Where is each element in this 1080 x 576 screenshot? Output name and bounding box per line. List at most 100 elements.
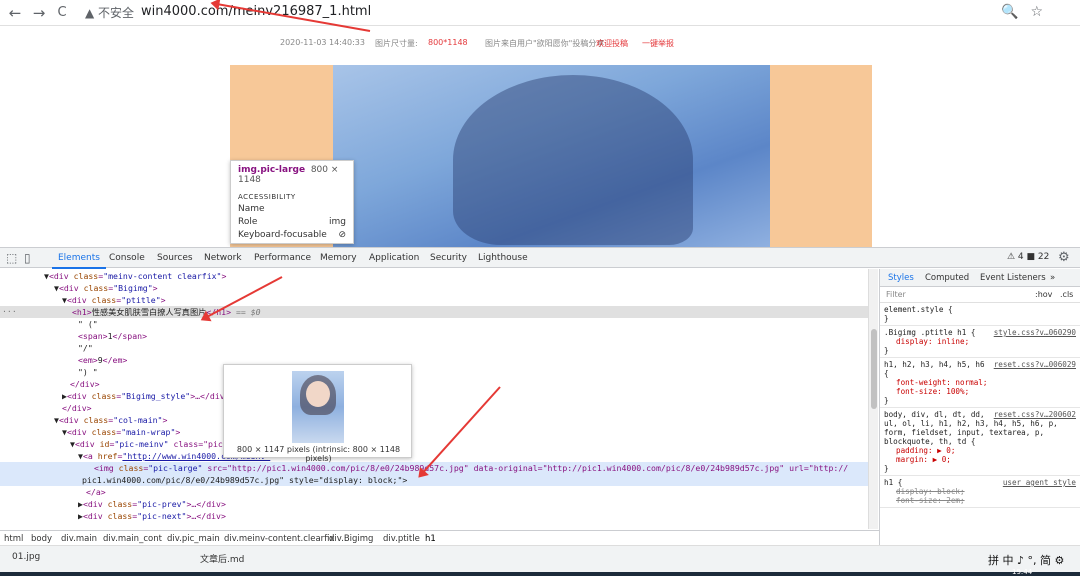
style-rules: element.style {} style.css?v…060290 .Bigim…: [880, 303, 1080, 508]
share-text: 图片来自用户"欲阳愿你"投稿分享: [485, 39, 605, 48]
dom-scrollbar[interactable]: [868, 269, 878, 529]
breadcrumb-item[interactable]: html: [4, 534, 23, 544]
rule-end: }: [884, 396, 889, 405]
dom-node-line[interactable]: ▼<div class="main-wrap">: [0, 426, 868, 438]
dom-scroll-thumb[interactable]: [871, 329, 877, 409]
more-tabs-icon[interactable]: »: [1050, 273, 1055, 283]
tab-console[interactable]: Console: [109, 253, 145, 263]
style-rule[interactable]: reset.css?v…006029 h1, h2, h3, h4, h5, h6…: [880, 358, 1080, 408]
tab-performance[interactable]: Performance: [254, 253, 311, 263]
not-secure-label[interactable]: ▲ 不安全: [85, 4, 134, 21]
issues-counter[interactable]: ⚠ 4 ■ 22: [1007, 252, 1049, 262]
rule-property[interactable]: font-size: 2em;: [884, 496, 1076, 505]
rule-property[interactable]: font-size: 100%;: [884, 387, 1076, 396]
dom-node-line[interactable]: <img class="pic-large" src="http://pic1.…: [0, 462, 868, 474]
tab-computed[interactable]: Computed: [925, 273, 969, 283]
tab-event-listeners[interactable]: Event Listeners: [980, 273, 1046, 283]
breadcrumb-item[interactable]: div.main: [61, 534, 97, 544]
dom-node-line[interactable]: ") ": [0, 366, 868, 378]
settings-gear-icon[interactable]: ⚙: [1058, 250, 1070, 265]
dom-node-line[interactable]: ▶<div class="pic-prev">…</div>: [0, 498, 868, 510]
dom-node-line[interactable]: <span>1</span>: [0, 330, 868, 342]
rule-source-link[interactable]: style.css?v…060290: [994, 328, 1076, 337]
back-icon[interactable]: ←: [6, 4, 24, 22]
dom-node-line[interactable]: ▼<div class="Bigimg">: [0, 282, 868, 294]
dom-tag-close: >…</div>: [186, 499, 226, 509]
dom-tag-open: <a: [82, 451, 98, 461]
tooltip-name-row: Name: [238, 204, 346, 214]
devtools-panel: ⬚ ▯ Elements Console Sources Network Per…: [0, 247, 1080, 546]
ime-status[interactable]: 拼 中 ♪ °, 简 ⚙: [988, 552, 1064, 568]
zoom-icon[interactable]: 🔍: [1001, 4, 1030, 20]
dom-attr-name: class: [91, 295, 117, 305]
dom-node-line[interactable]: </a>: [0, 486, 868, 498]
style-rule[interactable]: element.style {}: [880, 303, 1080, 326]
cls-toggle[interactable]: .cls: [1060, 290, 1073, 299]
tab-lighthouse[interactable]: Lighthouse: [478, 253, 528, 263]
dom-node-line[interactable]: pic1.win4000.com/pic/8/e0/24b989d57c.jpg…: [0, 474, 868, 486]
rule-property[interactable]: margin: ▶ 0;: [884, 455, 1076, 464]
device-toolbar-icon[interactable]: ▯: [24, 251, 31, 265]
dom-node-line[interactable]: ▼<div class="ptitle">: [0, 294, 868, 306]
breadcrumb-item[interactable]: div.main_cont: [103, 534, 162, 544]
rule-source-link[interactable]: reset.css?v…200602: [994, 410, 1076, 419]
report-link[interactable]: 一键举报: [642, 38, 674, 49]
breadcrumb-item[interactable]: div.meinv-content.clearfix: [224, 534, 335, 544]
dom-node-line[interactable]: ▼<div id="pic-meinv" class="pic: [0, 438, 868, 450]
tab-network[interactable]: Network: [204, 253, 242, 263]
dom-node-line[interactable]: <h1>性感美女肌肤雪白撩人写真图片</h1> == $0: [0, 306, 868, 318]
rule-property[interactable]: padding: ▶ 0;: [884, 446, 1076, 455]
breadcrumb-item[interactable]: h1: [425, 534, 436, 544]
large-photo[interactable]: [333, 65, 770, 247]
rule-source-link[interactable]: reset.css?v…006029: [994, 360, 1076, 369]
dom-node-line[interactable]: ▶<div class="pic-next">…</div>: [0, 510, 868, 522]
forward-icon[interactable]: →: [30, 4, 48, 22]
bookmark-star-icon[interactable]: ☆: [1030, 4, 1055, 20]
hov-toggle[interactable]: :hov: [1035, 290, 1052, 299]
reload-icon[interactable]: C: [53, 4, 71, 22]
dom-tag-open: </div>: [70, 379, 100, 389]
dom-node-line[interactable]: ▶<div class="Bigimg_style">…</div>: [0, 390, 868, 402]
rule-source-link[interactable]: user agent style: [1003, 478, 1076, 487]
dom-text-node: "/": [78, 343, 93, 353]
dom-node-line[interactable]: </div>: [0, 378, 868, 390]
style-rule[interactable]: reset.css?v…200602 body, div, dl, dt, dd,…: [880, 408, 1080, 476]
size-value: 800*1148: [428, 38, 468, 47]
breadcrumb-item[interactable]: div.pic_main: [167, 534, 220, 544]
tab-sources[interactable]: Sources: [157, 253, 193, 263]
inspect-element-icon[interactable]: ⬚: [6, 251, 17, 265]
tab-security[interactable]: Security: [430, 253, 467, 263]
rule-property[interactable]: display: block;: [884, 487, 1076, 496]
download-item-2[interactable]: 文章后.md: [200, 552, 244, 565]
tab-styles[interactable]: Styles: [888, 273, 914, 283]
download-item-1[interactable]: 01.jpg: [12, 552, 40, 562]
dom-node-line[interactable]: ▼<div class="meinv-content clearfix">: [0, 270, 868, 282]
dom-attr-value: "main-wrap": [121, 427, 176, 437]
dom-node-line[interactable]: "/": [0, 342, 868, 354]
dom-tag-close: >: [162, 415, 168, 425]
dom-attr-value: "pic-large": [148, 463, 203, 473]
tab-elements[interactable]: Elements: [52, 253, 106, 269]
preview-thumbnail: [292, 371, 344, 443]
dom-node-line[interactable]: " (": [0, 318, 868, 330]
tooltip-focus-label: Keyboard-focusable: [238, 230, 327, 240]
rule-property[interactable]: font-weight: normal;: [884, 378, 1076, 387]
rule-property[interactable]: display: inline;: [884, 337, 1076, 346]
welcome-link[interactable]: 欢迎投稿: [596, 38, 628, 49]
breadcrumb-item[interactable]: body: [31, 534, 52, 544]
style-rule[interactable]: user agent style h1 {display: block; font-…: [880, 476, 1080, 508]
photo-subject: [453, 75, 693, 245]
dom-node-line[interactable]: ▼<div class="col-main">: [0, 414, 868, 426]
dom-node-line[interactable]: <em>9</em>: [0, 354, 868, 366]
web-page: 2020-11-03 14:40:33 图片尺寸量: 800*1148 图片来自…: [0, 27, 1080, 247]
styles-filter-input[interactable]: Filter: [886, 290, 906, 299]
tab-application[interactable]: Application: [369, 253, 419, 263]
dom-attr-value: "pic-prev": [137, 499, 187, 509]
dom-node-line[interactable]: </div>: [0, 402, 868, 414]
tab-memory[interactable]: Memory: [320, 253, 357, 263]
breadcrumb-item[interactable]: div.Bigimg: [329, 534, 373, 544]
dom-attr-name: id: [99, 439, 110, 449]
node-actions-icon[interactable]: ···: [2, 306, 17, 316]
style-rule[interactable]: style.css?v…060290 .Bigimg .ptitle h1 {di…: [880, 326, 1080, 358]
breadcrumb-item[interactable]: div.ptitle: [383, 534, 420, 544]
